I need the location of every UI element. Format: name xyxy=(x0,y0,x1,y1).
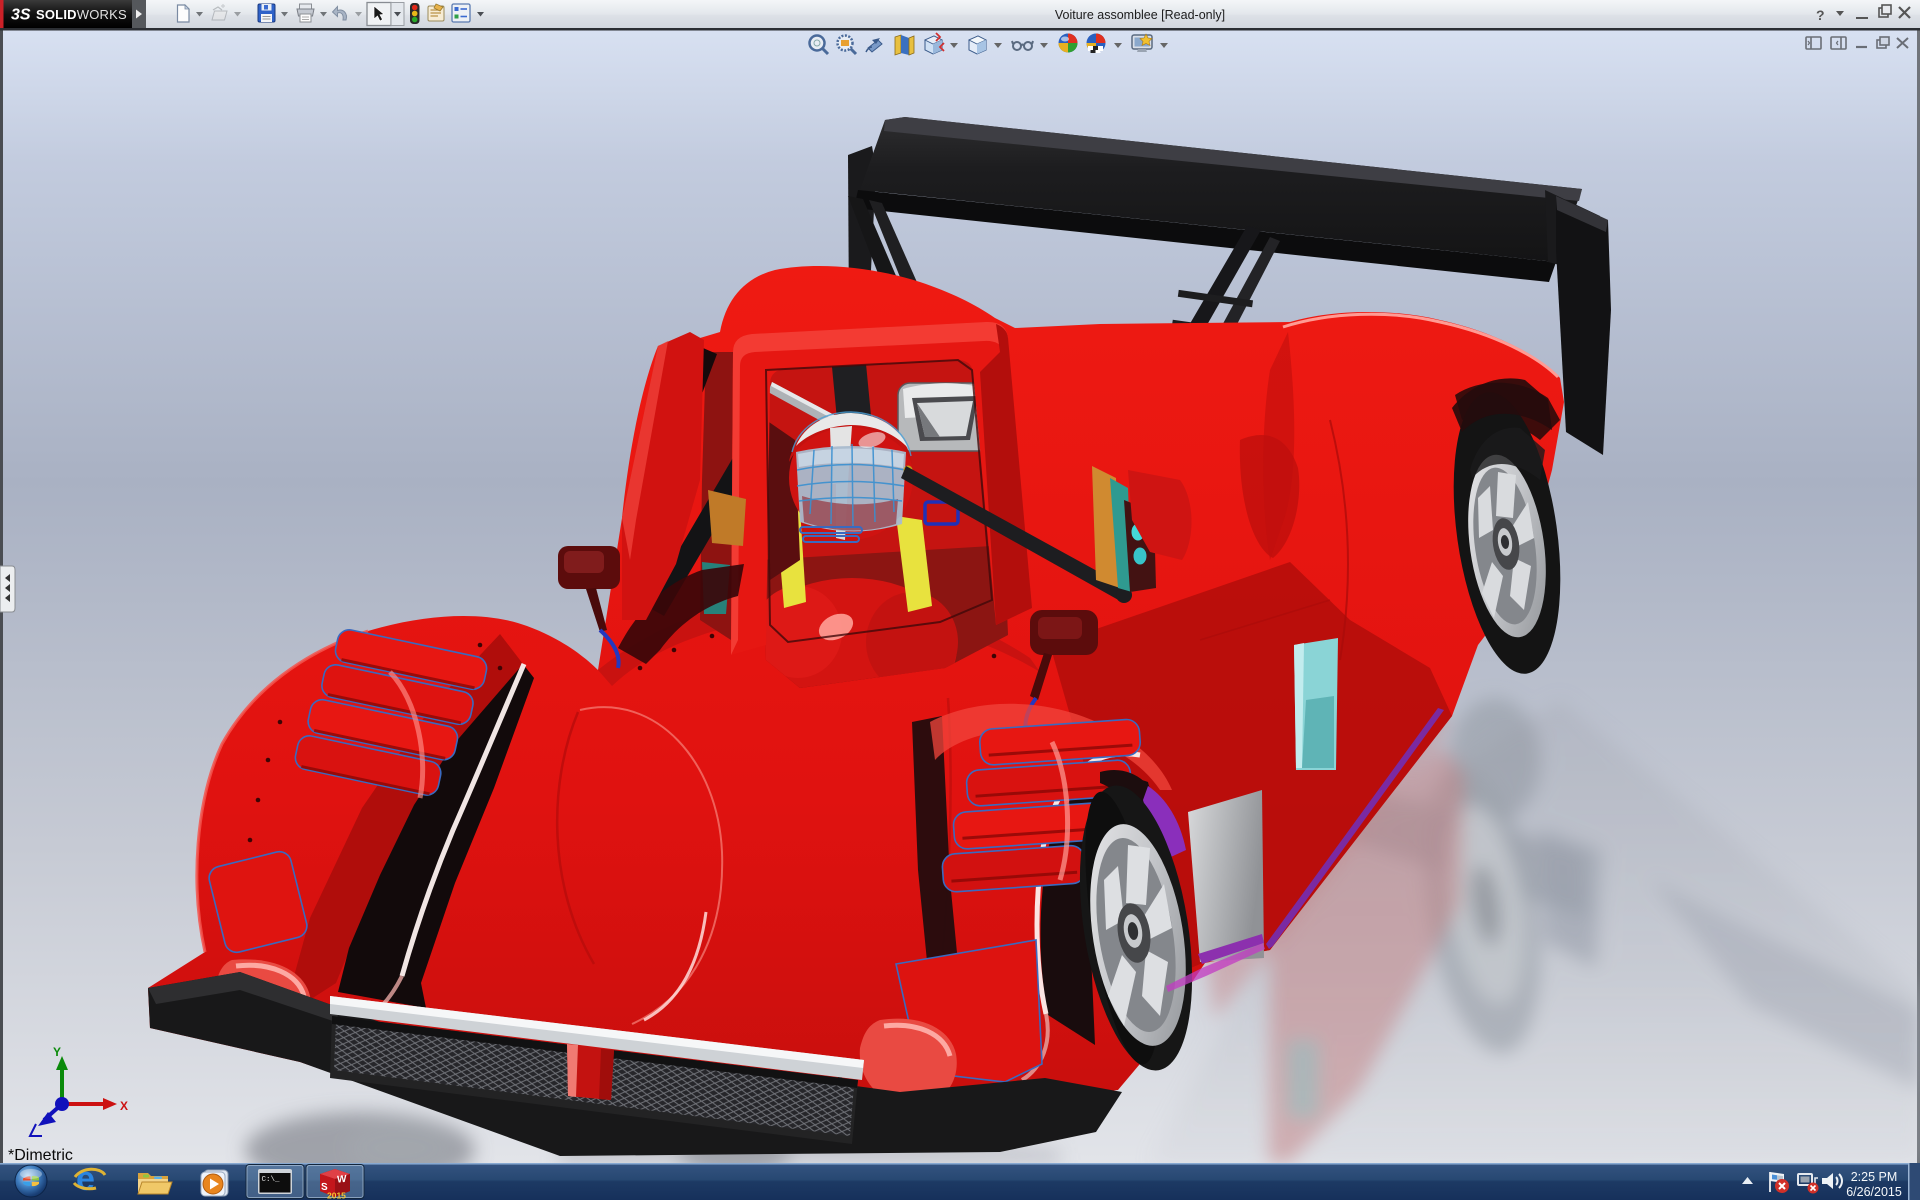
svg-text:e: e xyxy=(76,1160,95,1198)
svg-text:3S: 3S xyxy=(11,7,31,24)
svg-text:2015: 2015 xyxy=(327,1191,346,1200)
svg-text:W: W xyxy=(337,1174,347,1186)
svg-text:Voiture assomblee [Read-only]: Voiture assomblee [Read-only] xyxy=(1055,8,1225,22)
svg-text:?: ? xyxy=(1816,7,1825,23)
svg-text:SOLIDWORKS: SOLIDWORKS xyxy=(36,7,127,22)
svg-text:2:25 PM: 2:25 PM xyxy=(1851,1170,1898,1184)
svg-text:X: X xyxy=(120,1099,128,1113)
svg-text:6/26/2015: 6/26/2015 xyxy=(1846,1185,1902,1199)
svg-text:C:\_: C:\_ xyxy=(262,1176,281,1184)
svg-text:*Dimetric: *Dimetric xyxy=(8,1147,73,1164)
svg-text:Y: Y xyxy=(53,1045,61,1059)
